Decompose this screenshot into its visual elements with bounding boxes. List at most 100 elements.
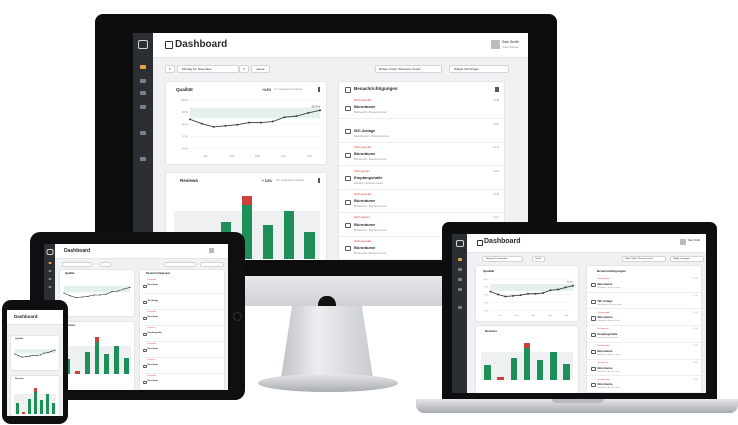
quality-data-point[interactable] [50, 350, 52, 352]
date-range-button[interactable]: Montag 12. November [482, 256, 523, 262]
quality-data-point[interactable] [549, 289, 552, 292]
notification-item[interactable]: Nicht gelesen Büroräume Bürobereich • Busi… [587, 360, 701, 377]
sidebar-item-home[interactable] [140, 65, 146, 69]
quality-data-point[interactable] [319, 109, 321, 112]
quality-data-point[interactable] [63, 292, 65, 294]
notification-item[interactable]: Nicht gesendet Büroräume Bürobereich • Bus… [339, 190, 504, 214]
kebab-icon[interactable] [318, 87, 320, 92]
sidebar-item-settings[interactable] [457, 306, 462, 309]
sidebar-item-settings[interactable] [140, 157, 146, 161]
reviews-bar[interactable] [94, 342, 100, 374]
trash-icon[interactable] [495, 87, 499, 92]
sidebar-item-users[interactable] [140, 131, 146, 135]
sidebar-item-stats[interactable] [140, 105, 146, 109]
quality-data-point[interactable] [271, 120, 274, 123]
filter-select[interactable]: Robert Smith / Business Center [622, 256, 666, 262]
today-button[interactable]: Heute [251, 65, 270, 73]
quality-data-point[interactable] [504, 295, 507, 298]
avatar[interactable] [209, 248, 214, 253]
reviews-bar[interactable] [104, 354, 110, 374]
notification-item[interactable]: WC-Anlage Sanitärbereich • Business Cente… [587, 293, 701, 310]
reviews-bar[interactable] [536, 360, 544, 380]
sidebar-item-stats[interactable] [457, 288, 462, 291]
quality-data-point[interactable] [527, 292, 530, 295]
quality-data-point[interactable] [69, 295, 71, 297]
add-widget-button[interactable]: Widget hinzufügen [670, 256, 704, 262]
today-button[interactable] [100, 262, 111, 267]
notification-item[interactable]: Nicht gesendet Büroräume [140, 374, 224, 390]
notification-item[interactable]: Nicht gesendet Büroräume [140, 342, 224, 358]
sidebar-item-tags[interactable] [457, 278, 462, 281]
reviews-bar[interactable] [262, 225, 274, 259]
reviews-bar-negative[interactable] [21, 411, 25, 414]
app-logo-icon[interactable] [138, 40, 148, 49]
quality-data-point[interactable] [99, 294, 101, 296]
quality-data-point[interactable] [129, 286, 131, 288]
quality-data-point[interactable] [200, 122, 203, 125]
avatar[interactable] [680, 239, 686, 245]
reviews-bar[interactable] [15, 403, 19, 414]
reviews-bar[interactable] [33, 391, 37, 414]
quality-data-point[interactable] [32, 354, 34, 356]
sidebar-item-calendar[interactable] [140, 79, 146, 83]
quality-data-point[interactable] [36, 354, 38, 356]
quality-data-point[interactable] [224, 124, 227, 127]
reviews-bar-negative[interactable] [33, 388, 37, 392]
reviews-bar[interactable] [304, 231, 315, 259]
sidebar-item-home[interactable] [48, 262, 51, 264]
quality-data-point[interactable] [105, 293, 107, 295]
reviews-bar[interactable] [283, 211, 294, 259]
date-range-button[interactable] [62, 262, 92, 267]
quality-data-point[interactable] [25, 356, 27, 358]
quality-data-point[interactable] [212, 125, 215, 128]
prev-button[interactable]: < [165, 65, 175, 73]
reviews-bar[interactable] [39, 400, 43, 414]
quality-data-point[interactable] [43, 352, 45, 354]
quality-data-point[interactable] [489, 290, 492, 293]
add-widget-button[interactable]: Widget hinzufügen [449, 65, 509, 73]
sidebar-item-calendar[interactable] [48, 270, 51, 272]
quality-data-point[interactable] [497, 293, 500, 296]
quality-data-point[interactable] [512, 294, 515, 297]
notification-item[interactable]: Nicht gesendet Büroräume Bürobereich • Bus… [587, 376, 701, 393]
quality-data-point[interactable] [259, 121, 262, 124]
notification-item[interactable]: WC-Anlage Sanitärbereich • Business Cente… [339, 119, 504, 143]
reviews-bar-negative[interactable] [75, 370, 80, 374]
quality-data-point[interactable] [75, 297, 77, 299]
notification-item[interactable]: Nicht gesendet Büroräume Bürobereich • Bus… [587, 309, 701, 327]
reviews-bar[interactable] [114, 346, 119, 374]
app-logo-icon[interactable] [455, 240, 464, 247]
quality-data-point[interactable] [557, 288, 560, 291]
notification-item[interactable]: Nicht gelesen Empfangshalle [140, 326, 224, 342]
quality-data-point[interactable] [87, 295, 89, 297]
reviews-bar[interactable] [523, 348, 531, 380]
quality-data-point[interactable] [93, 294, 95, 296]
quality-data-point[interactable] [47, 352, 49, 354]
quality-data-point[interactable] [248, 121, 251, 124]
reviews-bar[interactable] [45, 394, 49, 414]
today-button[interactable]: Heute [532, 256, 545, 262]
filter-select[interactable] [164, 262, 196, 267]
reviews-bar[interactable] [27, 398, 31, 414]
reviews-bar-negative[interactable] [241, 196, 253, 205]
quality-data-point[interactable] [21, 356, 23, 358]
reviews-bar[interactable] [51, 402, 55, 414]
notification-item[interactable]: Nicht gesendet Büroräume Bürobereich • Bus… [587, 343, 701, 360]
reviews-bar[interactable] [563, 364, 570, 380]
quality-data-point[interactable] [283, 116, 286, 119]
quality-data-point[interactable] [14, 353, 16, 355]
reviews-bar[interactable] [84, 352, 90, 374]
sidebar-item-home[interactable] [457, 258, 462, 261]
quality-data-point[interactable] [117, 290, 119, 292]
reviews-bar-negative[interactable] [523, 343, 531, 348]
quality-data-point[interactable] [534, 292, 537, 295]
reviews-bar[interactable] [123, 358, 129, 374]
notification-item[interactable]: Nicht gesendet Büroräume Bürobereich • Bus… [339, 143, 504, 167]
notification-item[interactable]: Nicht gesendet Büroräume [140, 278, 224, 294]
reviews-bar[interactable] [484, 364, 491, 380]
quality-data-point[interactable] [519, 294, 522, 297]
notification-item[interactable]: Nicht gesendet Büroräume Bürobereich • Bus… [587, 276, 701, 293]
add-widget-button[interactable] [200, 262, 224, 267]
quality-data-point[interactable] [307, 111, 310, 114]
quality-data-point[interactable] [564, 286, 567, 289]
